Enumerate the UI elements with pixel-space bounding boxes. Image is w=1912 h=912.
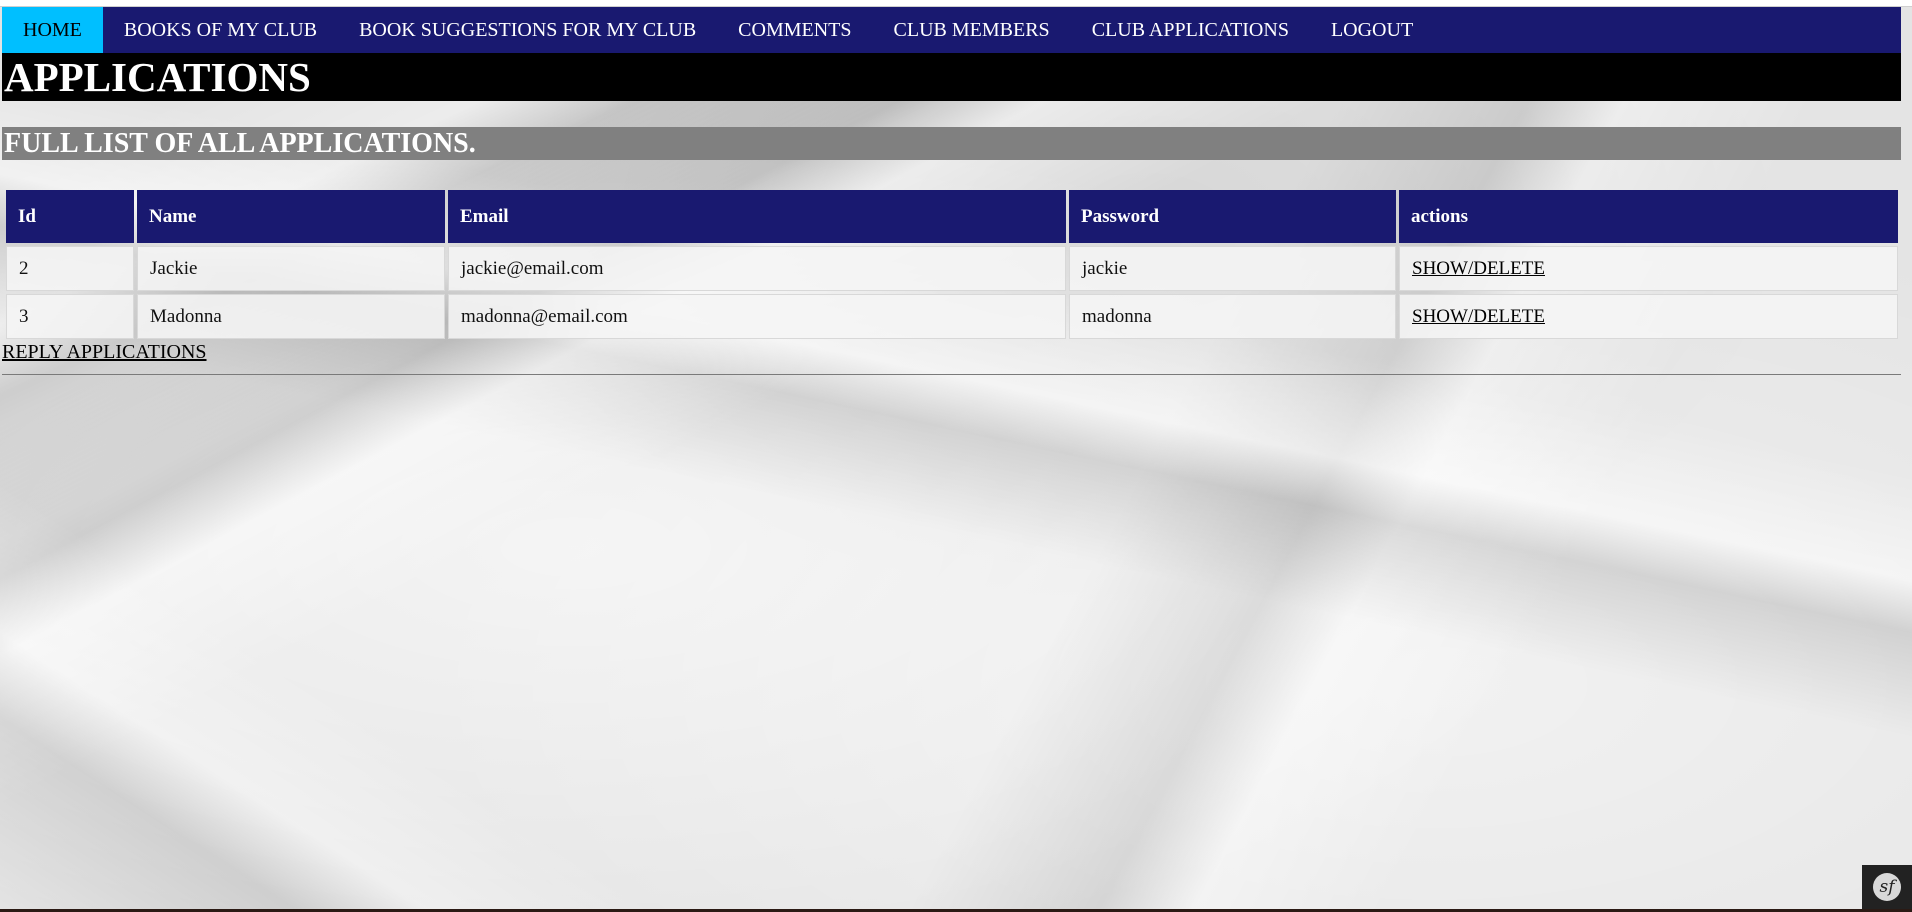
symfony-toolbar-button[interactable]: sf xyxy=(1862,865,1912,909)
nav-logout[interactable]: LOGOUT xyxy=(1310,7,1434,53)
symfony-icon: sf xyxy=(1873,873,1901,901)
cell-actions: SHOW/DELETE xyxy=(1399,246,1898,291)
cell-email: madonna@email.com xyxy=(448,294,1066,339)
cell-id: 2 xyxy=(6,246,134,291)
cell-password: madonna xyxy=(1069,294,1396,339)
table-header-row: Id Name Email Password actions xyxy=(6,190,1898,243)
show-delete-link[interactable]: SHOW/DELETE xyxy=(1412,258,1545,279)
column-header-password: Password xyxy=(1069,190,1396,243)
nav-home[interactable]: HOME xyxy=(2,7,103,53)
cell-email: jackie@email.com xyxy=(448,246,1066,291)
column-header-id: Id xyxy=(6,190,134,243)
page-title: APPLICATIONS xyxy=(2,53,1901,101)
nav-club-members[interactable]: CLUB MEMBERS xyxy=(873,7,1071,53)
column-header-email: Email xyxy=(448,190,1066,243)
main-navbar: HOME BOOKS OF MY CLUB BOOK SUGGESTIONS F… xyxy=(2,7,1901,53)
page-subtitle: FULL LIST OF ALL APPLICATIONS. xyxy=(2,127,1901,160)
nav-club-applications[interactable]: CLUB APPLICATIONS xyxy=(1071,7,1310,53)
table-row: 3 Madonna madonna@email.com madonna SHOW… xyxy=(6,294,1898,339)
applications-table: Id Name Email Password actions 2 Jackie … xyxy=(3,187,1901,342)
nav-comments[interactable]: COMMENTS xyxy=(717,7,872,53)
cell-id: 3 xyxy=(6,294,134,339)
cell-password: jackie xyxy=(1069,246,1396,291)
column-header-name: Name xyxy=(137,190,445,243)
column-header-actions: actions xyxy=(1399,190,1898,243)
show-delete-link[interactable]: SHOW/DELETE xyxy=(1412,306,1545,327)
cell-name: Jackie xyxy=(137,246,445,291)
browser-top-edge xyxy=(0,0,1912,7)
table-row: 2 Jackie jackie@email.com jackie SHOW/DE… xyxy=(6,246,1898,291)
reply-applications-link[interactable]: REPLY APPLICATIONS xyxy=(2,341,207,364)
cell-name: Madonna xyxy=(137,294,445,339)
divider xyxy=(2,374,1901,375)
cell-actions: SHOW/DELETE xyxy=(1399,294,1898,339)
nav-book-suggestions[interactable]: BOOK SUGGESTIONS FOR MY CLUB xyxy=(338,7,717,53)
nav-books-of-my-club[interactable]: BOOKS OF MY CLUB xyxy=(103,7,338,53)
